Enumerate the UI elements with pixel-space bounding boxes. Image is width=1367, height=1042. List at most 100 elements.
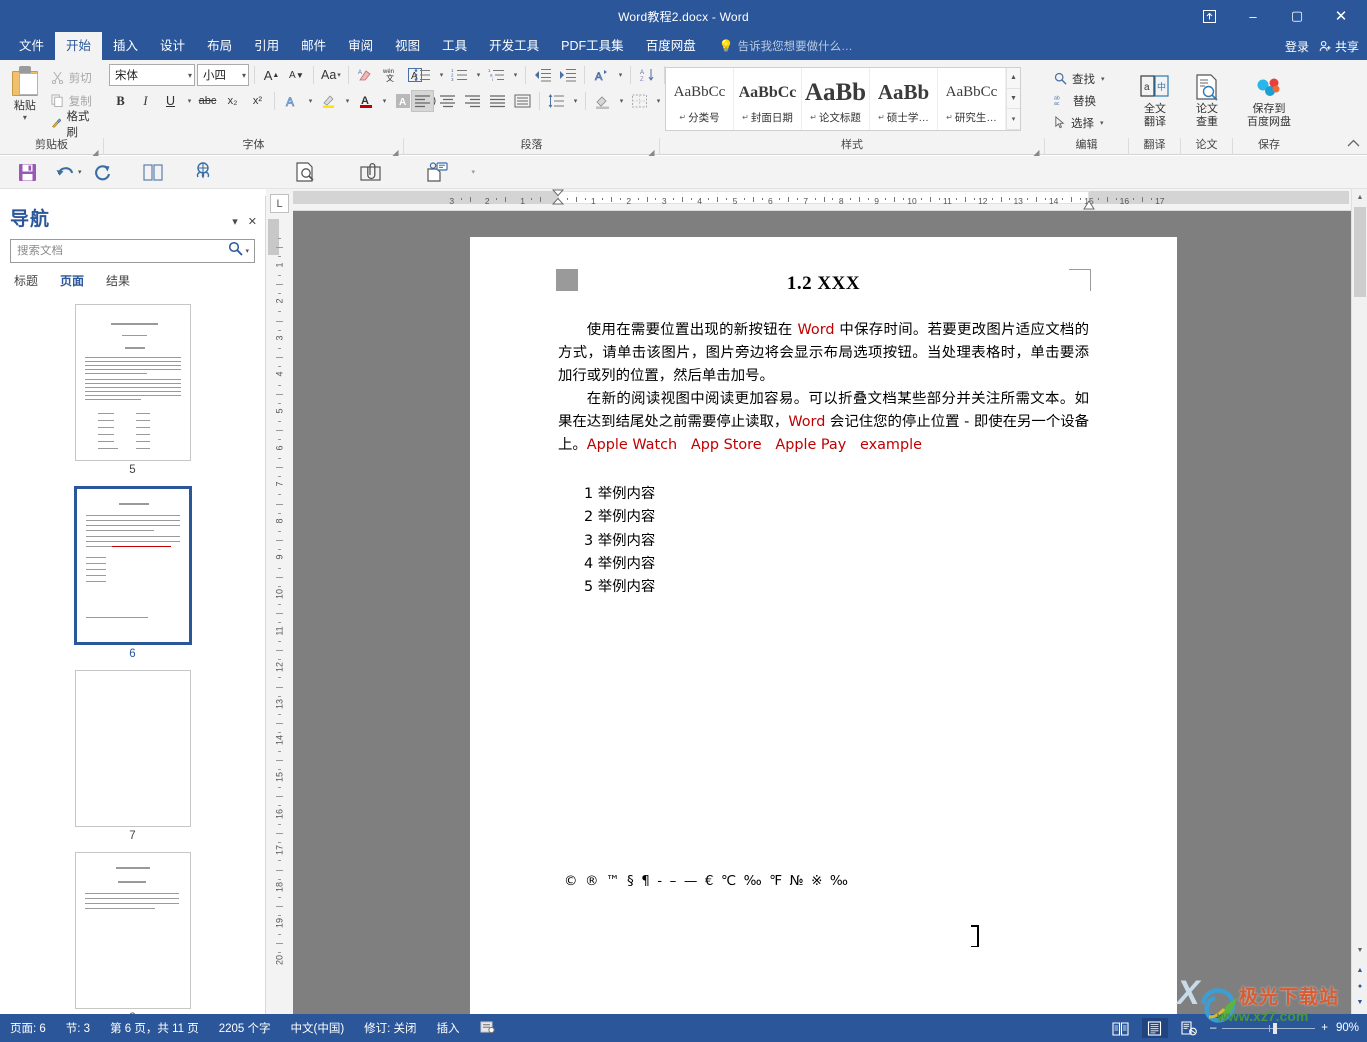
text-effects-dropdown[interactable]: ▾ <box>305 90 315 112</box>
zoom-in-button[interactable]: + <box>1321 1022 1328 1034</box>
line-spacing-button[interactable] <box>545 90 568 112</box>
tab-insert[interactable]: 插入 <box>102 32 149 60</box>
increase-indent-button[interactable] <box>556 64 579 86</box>
thumbnail-item[interactable]: 6 <box>0 486 265 660</box>
superscript-button[interactable]: x² <box>246 90 269 112</box>
underline-button[interactable]: U <box>159 90 182 112</box>
multilevel-dropdown[interactable]: ▾ <box>510 64 520 86</box>
subscript-button[interactable]: x₂ <box>221 90 244 112</box>
web-layout-icon[interactable] <box>1176 1018 1202 1038</box>
qat-more-icon[interactable]: ▾ <box>472 168 476 176</box>
status-word-count[interactable]: 2205 个字 <box>219 1020 271 1036</box>
scrollbar-thumb[interactable] <box>1354 207 1366 297</box>
status-page-indicator[interactable]: 页面: 6 <box>10 1020 46 1036</box>
shrink-font-button[interactable]: A ▼ <box>285 64 308 86</box>
decrease-indent-button[interactable] <box>531 64 554 86</box>
document-body[interactable]: 1.2 XXX 使用在需要位置出现的新按钮在 Word 中保存时间。若要更改图片… <box>558 273 1089 889</box>
undo-icon[interactable] <box>48 158 82 186</box>
font-name-combo[interactable]: 宋体 ▾ <box>109 64 195 86</box>
align-left-button[interactable] <box>411 90 434 112</box>
align-center-button[interactable] <box>436 90 459 112</box>
shading-dropdown[interactable]: ▾ <box>616 90 626 112</box>
asian-layout-button[interactable]: A <box>590 64 613 86</box>
thumbnail-item[interactable]: 8 <box>0 852 265 1014</box>
tab-home[interactable]: 开始 <box>55 32 103 60</box>
minimize-button[interactable]: – <box>1231 0 1275 32</box>
scroll-down-icon[interactable]: ▼ <box>1007 88 1020 110</box>
tab-stop-selector[interactable]: L <box>270 194 289 213</box>
full-text-translate-button[interactable]: a中 全文 翻译 <box>1134 68 1176 129</box>
thumbnail-item[interactable]: 7 <box>0 670 265 842</box>
chevron-down-icon[interactable]: ▾ <box>23 114 27 122</box>
page-thumbnails-list[interactable]: 5 6 7 <box>0 294 265 1014</box>
zoom-level-label[interactable]: 90% <box>1336 1022 1359 1034</box>
styles-gallery-scroll[interactable]: ▲ ▼ ▾ <box>1006 68 1020 131</box>
browse-object-icon[interactable]: ● <box>1354 980 1366 992</box>
style-item-2[interactable]: AaBb ↵ 论文标题 <box>802 68 870 130</box>
nav-tab-results[interactable]: 结果 <box>106 272 130 289</box>
share-button[interactable]: 共享 <box>1319 38 1359 55</box>
tab-references[interactable]: 引用 <box>243 32 290 60</box>
vertical-scrollbar[interactable]: ▲ ▼ ▲ ● ▼ <box>1351 189 1367 1014</box>
numbered-list-button[interactable]: 123 <box>448 64 471 86</box>
scroll-up-icon[interactable]: ▲ <box>1007 68 1020 89</box>
comment-icon[interactable] <box>420 158 454 186</box>
scroll-down-icon[interactable]: ▼ <box>1352 942 1367 958</box>
right-indent-marker[interactable] <box>1083 197 1095 210</box>
zoom-slider[interactable]: – + <box>1210 1022 1328 1034</box>
styles-dialog-launcher[interactable]: ◢ <box>1032 145 1041 157</box>
sign-in-link[interactable]: 登录 <box>1285 38 1309 55</box>
text-effects-button[interactable]: A <box>280 90 303 112</box>
ribbon-display-options-icon[interactable] <box>1187 0 1231 32</box>
search-input[interactable] <box>17 245 229 257</box>
tab-developer[interactable]: 开发工具 <box>478 32 550 60</box>
font-color-button[interactable]: A <box>354 90 377 112</box>
status-language[interactable]: 中文(中国) <box>291 1020 345 1036</box>
find-button[interactable]: 查找 ▾ <box>1050 68 1109 89</box>
font-dialog-launcher[interactable]: ◢ <box>391 145 400 157</box>
maximize-button[interactable]: ▢ <box>1275 0 1319 32</box>
italic-button[interactable]: I <box>134 90 157 112</box>
asian-layout-dropdown[interactable]: ▾ <box>615 64 625 86</box>
bold-button[interactable]: B <box>109 90 132 112</box>
font-size-combo[interactable]: 小四 ▾ <box>197 64 249 86</box>
previous-page-icon[interactable]: ▲ <box>1354 964 1366 976</box>
status-insert-mode[interactable]: 插入 <box>437 1020 460 1036</box>
tab-tools[interactable]: 工具 <box>431 32 478 60</box>
tab-mailings[interactable]: 邮件 <box>290 32 337 60</box>
style-item-1[interactable]: AaBbCc ↵ 封面日期 <box>734 68 802 130</box>
page-thumbnail-selected[interactable] <box>73 486 192 645</box>
status-page-count[interactable]: 第 6 页，共 11 页 <box>110 1020 199 1036</box>
align-right-button[interactable] <box>461 90 484 112</box>
navigation-search-box[interactable]: ▾ <box>10 239 255 263</box>
line-spacing-dropdown[interactable]: ▾ <box>570 90 580 112</box>
borders-button[interactable] <box>628 90 651 112</box>
more-styles-icon[interactable]: ▾ <box>1007 109 1020 131</box>
two-page-icon[interactable] <box>136 158 170 186</box>
tell-me-search[interactable]: 💡 告诉我您想要做什么… <box>719 32 853 60</box>
style-item-0[interactable]: AaBbCc ↵ 分类号 <box>666 68 734 130</box>
page-thumbnail[interactable] <box>74 304 191 461</box>
tab-view[interactable]: 视图 <box>384 32 431 60</box>
clear-formatting-button[interactable]: A <box>354 64 377 86</box>
replace-button[interactable]: ab ac 替换 <box>1050 90 1109 111</box>
numbering-dropdown[interactable]: ▾ <box>473 64 483 86</box>
clipboard-dialog-launcher[interactable]: ◢ <box>91 145 100 157</box>
strikethrough-button[interactable]: abc <box>196 90 219 112</box>
scroll-up-icon[interactable]: ▲ <box>1352 189 1367 205</box>
next-page-icon[interactable]: ▼ <box>1354 996 1366 1008</box>
justify-button[interactable] <box>486 90 509 112</box>
shading-button[interactable] <box>591 90 614 112</box>
close-button[interactable]: ✕ <box>1319 0 1363 32</box>
status-macro-icon[interactable] <box>480 1020 495 1037</box>
thumbnail-item[interactable]: 5 <box>0 304 265 476</box>
tab-design[interactable]: 设计 <box>149 32 196 60</box>
nav-tab-pages[interactable]: 页面 <box>60 272 84 289</box>
bullet-dropdown[interactable]: ▾ <box>436 64 446 86</box>
phonetic-guide-button[interactable]: wén 文 <box>379 64 402 86</box>
format-painter-button[interactable]: 格式刷 <box>47 111 99 139</box>
paste-button[interactable]: 粘贴 ▾ <box>5 64 45 122</box>
save-icon[interactable] <box>10 158 44 186</box>
chevron-down-icon[interactable]: ▾ <box>232 215 238 228</box>
tab-file[interactable]: 文件 <box>8 32 55 60</box>
